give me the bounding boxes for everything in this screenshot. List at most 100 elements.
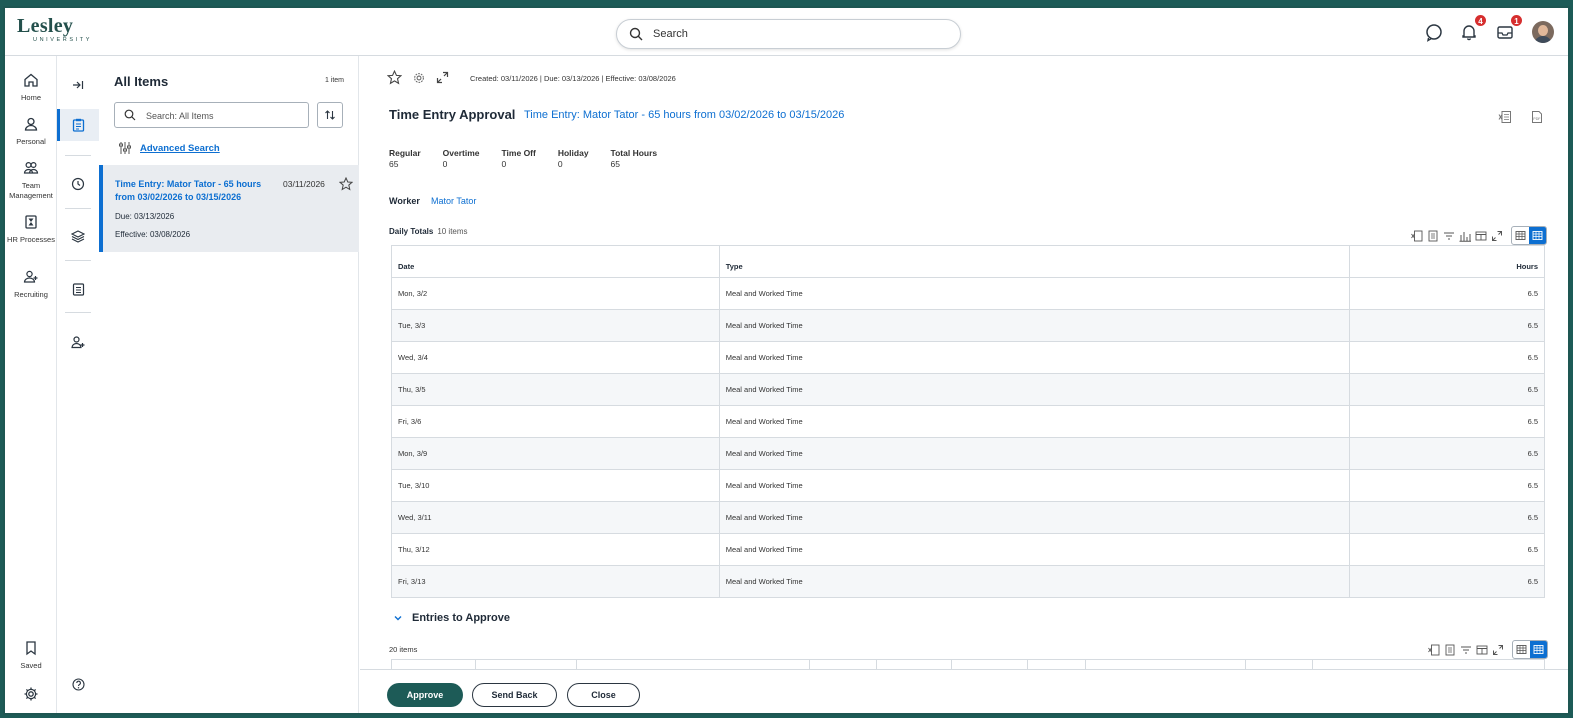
rail-add-person[interactable] bbox=[57, 326, 99, 358]
daily-totals-label: Daily Totals 10 items bbox=[389, 227, 468, 236]
column-header-hours[interactable]: Hours bbox=[1349, 245, 1545, 278]
inbox-item-date: 03/11/2026 bbox=[283, 179, 325, 189]
table-view-icon bbox=[1515, 231, 1526, 240]
settings-button[interactable] bbox=[5, 686, 57, 702]
global-search-placeholder: Search bbox=[653, 28, 688, 40]
entries-section-title: Entries to Approve bbox=[412, 612, 510, 624]
overtime-hours: 0 bbox=[442, 159, 448, 169]
inbox-icon[interactable]: 1 bbox=[1494, 14, 1523, 43]
grid-view-button[interactable] bbox=[1529, 227, 1546, 244]
global-search-input[interactable]: Search bbox=[616, 19, 961, 49]
gear-icon[interactable] bbox=[412, 71, 426, 85]
top-bar: Lesley UNIVERSITY Search 4 1 bbox=[5, 8, 1568, 56]
worker-link[interactable]: Mator Tator bbox=[431, 196, 476, 206]
close-button[interactable]: Close bbox=[567, 683, 640, 707]
home-icon bbox=[24, 73, 38, 87]
chat-icon[interactable] bbox=[1423, 21, 1445, 43]
column-header-date[interactable]: Date bbox=[391, 245, 720, 278]
approve-button[interactable]: Approve bbox=[387, 683, 463, 707]
table-view-icon bbox=[1516, 645, 1527, 654]
table-row[interactable]: Fri, 3/13 Meal and Worked Time 6.5 bbox=[391, 565, 1545, 598]
nav-team-management[interactable]: Team Management bbox=[5, 160, 57, 201]
sort-icon bbox=[325, 110, 335, 120]
sort-button[interactable] bbox=[317, 102, 343, 128]
add-person-icon bbox=[71, 336, 85, 349]
expand-icon[interactable] bbox=[436, 71, 449, 84]
nav-recruiting[interactable]: Recruiting bbox=[5, 269, 57, 300]
clock-icon bbox=[71, 177, 85, 191]
export-pdf-icon[interactable]: PDF bbox=[1530, 110, 1544, 124]
notifications-icon[interactable]: 4 bbox=[1458, 14, 1487, 43]
export-pdf-icon[interactable] bbox=[1444, 644, 1456, 656]
advanced-search-link[interactable]: Advanced Search bbox=[140, 143, 220, 154]
nav-hr-processes[interactable]: HR Processes bbox=[5, 214, 57, 245]
grid-view-button[interactable] bbox=[1530, 641, 1547, 658]
table-row[interactable]: Fri, 3/6 Meal and Worked Time 6.5 bbox=[391, 405, 1545, 438]
timeoff-hours: 0 bbox=[501, 159, 507, 169]
star-icon[interactable] bbox=[339, 177, 353, 191]
export-excel-icon[interactable] bbox=[1428, 644, 1440, 656]
rail-layers[interactable] bbox=[57, 220, 99, 252]
export-excel-icon[interactable] bbox=[1411, 230, 1423, 242]
table-view-button[interactable] bbox=[1512, 227, 1529, 244]
inbox-item-title[interactable]: Time Entry: Mator Tator - 65 hours from … bbox=[115, 178, 275, 204]
help-button[interactable] bbox=[57, 668, 99, 700]
table-row[interactable]: Mon, 3/9 Meal and Worked Time 6.5 bbox=[391, 437, 1545, 470]
table-row[interactable]: Wed, 3/11 Meal and Worked Time 6.5 bbox=[391, 501, 1545, 534]
clipboard-list-icon bbox=[72, 283, 84, 296]
table-header-row: Date Type Hours bbox=[391, 245, 1545, 278]
team-icon bbox=[23, 161, 39, 174]
chart-icon[interactable] bbox=[1459, 230, 1471, 242]
star-icon[interactable] bbox=[387, 70, 402, 85]
export-pdf-icon[interactable] bbox=[1427, 230, 1439, 242]
help-icon bbox=[71, 677, 85, 691]
filter-icon[interactable] bbox=[1443, 230, 1455, 242]
daily-totals-count: 10 items bbox=[437, 227, 468, 236]
filter-sliders-icon bbox=[119, 142, 131, 154]
table-row[interactable]: Thu, 3/5 Meal and Worked Time 6.5 bbox=[391, 373, 1545, 406]
table-view-button[interactable] bbox=[1513, 641, 1530, 658]
rail-recent[interactable] bbox=[57, 168, 99, 200]
inbox-item-card[interactable]: Time Entry: Mator Tator - 65 hours from … bbox=[99, 165, 359, 252]
worker-label: Worker bbox=[389, 196, 420, 206]
columns-icon[interactable] bbox=[1475, 230, 1487, 242]
entries-section-toggle[interactable]: Entries to Approve bbox=[393, 612, 510, 624]
table-row[interactable]: Thu, 3/12 Meal and Worked Time 6.5 bbox=[391, 533, 1545, 566]
fullscreen-icon[interactable] bbox=[1492, 644, 1504, 656]
nav-home[interactable]: Home bbox=[5, 72, 57, 103]
table-row[interactable]: Mon, 3/2 Meal and Worked Time 6.5 bbox=[391, 277, 1545, 310]
chevron-down-icon bbox=[394, 616, 402, 621]
items-search-input[interactable]: Search: All Items bbox=[114, 102, 309, 128]
university-logo[interactable]: Lesley UNIVERSITY bbox=[17, 16, 89, 43]
user-avatar[interactable] bbox=[1532, 21, 1554, 43]
filter-icon[interactable] bbox=[1460, 644, 1472, 656]
item-meta: Created: 03/11/2026 | Due: 03/13/2026 | … bbox=[470, 74, 676, 83]
nav-saved[interactable]: Saved bbox=[5, 640, 57, 671]
column-header-type[interactable]: Type bbox=[718, 245, 1351, 278]
table-row[interactable]: Tue, 3/3 Meal and Worked Time 6.5 bbox=[391, 309, 1545, 342]
table-row[interactable]: Wed, 3/4 Meal and Worked Time 6.5 bbox=[391, 341, 1545, 374]
items-search-placeholder: Search: All Items bbox=[146, 111, 214, 121]
inbox-badge: 1 bbox=[1510, 14, 1523, 27]
time-entry-link[interactable]: Time Entry: Mator Tator - 65 hours from … bbox=[524, 109, 844, 121]
arrow-right-bar-icon bbox=[73, 81, 84, 89]
app-window: Lesley UNIVERSITY Search 4 1 Home Person… bbox=[3, 6, 1570, 715]
fullscreen-icon[interactable] bbox=[1491, 230, 1503, 242]
daily-totals-toolbar bbox=[1411, 226, 1547, 245]
collapse-panel-button[interactable] bbox=[57, 69, 99, 101]
recruit-icon bbox=[23, 270, 38, 283]
send-back-button[interactable]: Send Back bbox=[472, 683, 557, 707]
daily-totals-table: Date Type Hours Mon, 3/2 Meal and Worked … bbox=[391, 245, 1545, 598]
export-excel-icon[interactable] bbox=[1498, 110, 1512, 124]
entries-count: 20 items bbox=[389, 645, 418, 654]
rail-all-items[interactable] bbox=[57, 109, 99, 141]
table-row[interactable]: Tue, 3/10 Meal and Worked Time 6.5 bbox=[391, 469, 1545, 502]
columns-icon[interactable] bbox=[1476, 644, 1488, 656]
notifications-badge: 4 bbox=[1474, 14, 1487, 27]
rail-tasks[interactable] bbox=[57, 273, 99, 305]
nav-personal[interactable]: Personal bbox=[5, 116, 57, 147]
header-actions bbox=[387, 70, 449, 85]
search-icon bbox=[124, 109, 136, 121]
entries-table bbox=[391, 659, 1545, 669]
gear-icon bbox=[24, 687, 38, 701]
